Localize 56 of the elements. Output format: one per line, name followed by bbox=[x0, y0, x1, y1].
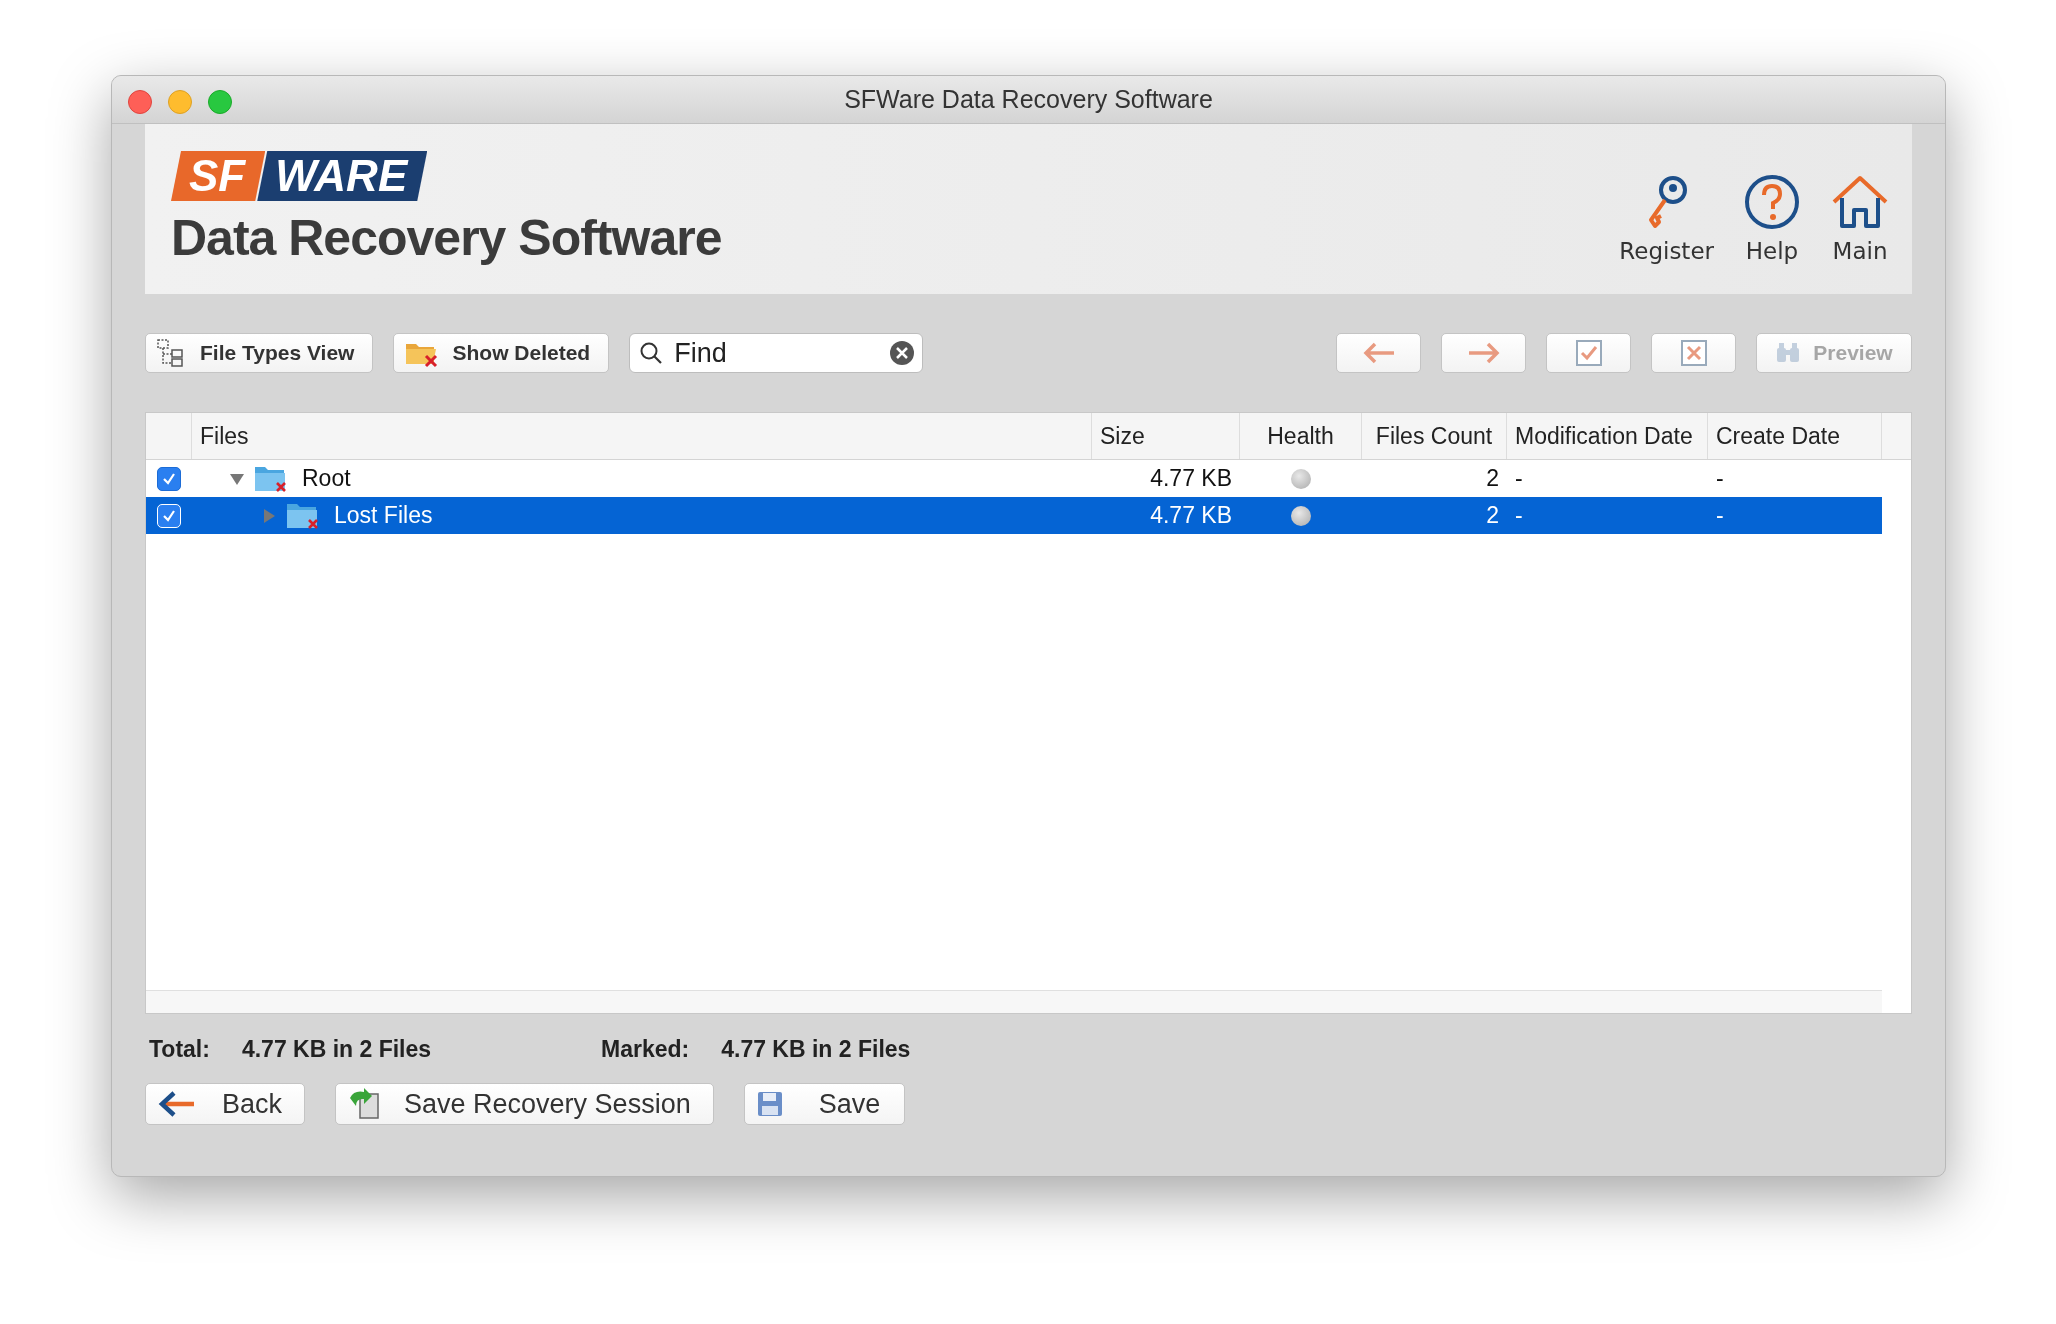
zoom-button[interactable] bbox=[208, 90, 232, 114]
summary-value: 4.77 KB in 2 Files bbox=[241, 1036, 432, 1063]
create-date-cell-text: - bbox=[1715, 502, 1725, 529]
modification-date-cell-text: - bbox=[1514, 502, 1524, 529]
header-main-button[interactable]: Main bbox=[1830, 174, 1890, 264]
app-title: Data Recovery Software bbox=[171, 209, 722, 267]
summary-value: 4.77 KB in 2 Files bbox=[721, 1036, 911, 1063]
checkbox[interactable] bbox=[157, 466, 181, 491]
search-icon bbox=[639, 341, 664, 365]
clear-icon bbox=[889, 340, 916, 366]
file-types-view-button[interactable]: File Types View bbox=[145, 333, 374, 373]
logo: SF WARE bbox=[171, 151, 428, 201]
right-arrow-icon bbox=[1466, 342, 1501, 364]
binoculars-icon bbox=[1775, 342, 1802, 364]
size-cell-text: 4.77 KB bbox=[1149, 465, 1233, 492]
window-title: SFWare Data Recovery Software bbox=[844, 85, 1213, 114]
check-button[interactable] bbox=[1546, 333, 1631, 373]
home-icon bbox=[1830, 174, 1890, 230]
column-header[interactable]: Size bbox=[1092, 413, 1240, 459]
tree-icon bbox=[156, 338, 186, 368]
left-arrow-icon bbox=[1361, 342, 1396, 364]
close-button[interactable] bbox=[128, 90, 152, 114]
cross-box-icon bbox=[1679, 339, 1708, 367]
column-header[interactable]: Modification Date bbox=[1507, 413, 1708, 459]
folder-name: Root bbox=[302, 465, 351, 492]
column-header[interactable]: Create Date bbox=[1708, 413, 1882, 459]
health-indicator bbox=[1291, 468, 1311, 489]
create-date-cell-text: - bbox=[1715, 465, 1725, 492]
help-icon bbox=[1744, 174, 1800, 230]
column-header[interactable]: Health bbox=[1240, 413, 1362, 459]
summary-label: Total: bbox=[149, 1036, 210, 1063]
selected-row[interactable]: Lost Files 4.77 KB 2 - - bbox=[146, 497, 1882, 534]
back-button[interactable] bbox=[1336, 333, 1421, 373]
forward-button[interactable] bbox=[1441, 333, 1526, 373]
summary-label: Marked: bbox=[601, 1036, 690, 1063]
uncheck-button[interactable] bbox=[1651, 333, 1736, 373]
back-button[interactable]: Back bbox=[145, 1083, 306, 1125]
files-count-cell-text: 2 bbox=[1485, 502, 1500, 529]
left-arrow-icon bbox=[158, 1090, 196, 1118]
modification-date-cell-text: - bbox=[1514, 465, 1524, 492]
header-help-button[interactable]: Help bbox=[1744, 174, 1800, 264]
header-register-button[interactable]: Register bbox=[1619, 174, 1714, 264]
horizontal-scrollbar[interactable] bbox=[146, 990, 1882, 1013]
health-indicator bbox=[1291, 505, 1311, 526]
column-header[interactable]: Files bbox=[192, 413, 1092, 459]
column-header[interactable]: Files Count bbox=[1362, 413, 1507, 459]
save-button[interactable]: Save bbox=[743, 1083, 906, 1125]
table-row[interactable]: Root 4.77 KB 2 - - bbox=[146, 460, 1882, 497]
size-cell-text: 4.77 KB bbox=[1149, 502, 1233, 529]
folder-name: Lost Files bbox=[334, 502, 433, 529]
files-count-cell-text: 2 bbox=[1485, 465, 1500, 492]
checkbox-icon bbox=[1574, 339, 1603, 367]
show-deleted-button[interactable]: Show Deleted bbox=[393, 333, 610, 373]
minimize-button[interactable] bbox=[168, 90, 192, 114]
save-session-button[interactable]: Save Recovery Session bbox=[335, 1083, 714, 1125]
search-field[interactable]: Find bbox=[629, 333, 924, 373]
